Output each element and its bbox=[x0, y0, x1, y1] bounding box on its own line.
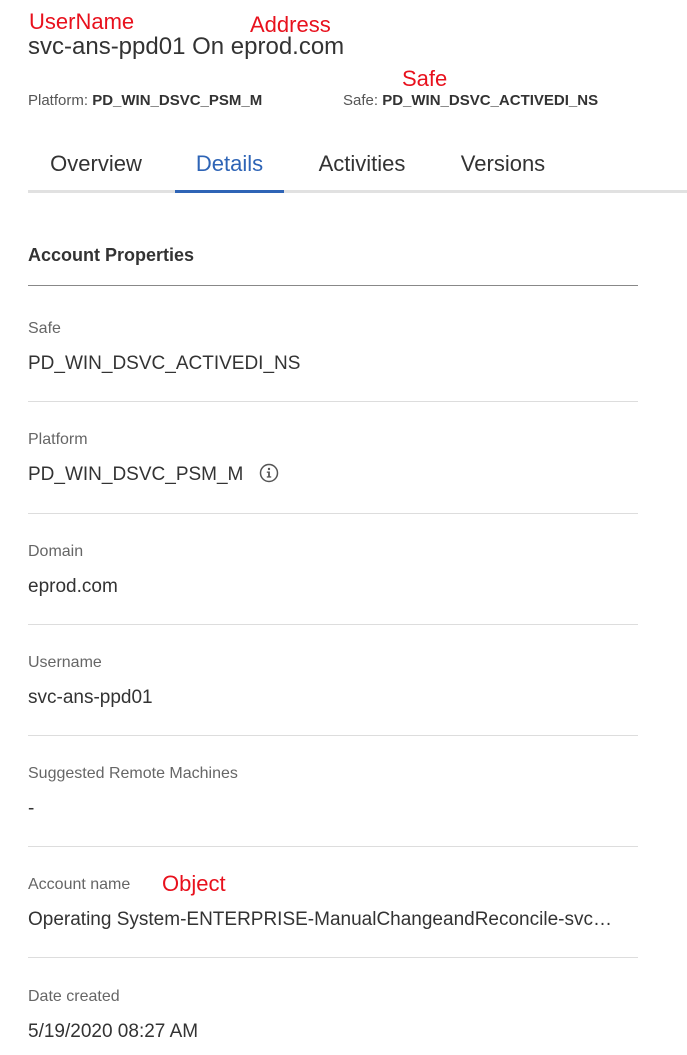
property-divider bbox=[28, 735, 638, 736]
property-value: eprod.com bbox=[28, 576, 118, 597]
tab-bar: Overview Details Activities Versions bbox=[28, 140, 687, 193]
tab-details[interactable]: Details bbox=[175, 140, 284, 193]
tab-overview[interactable]: Overview bbox=[28, 140, 164, 190]
tab-activities[interactable]: Activities bbox=[302, 140, 422, 190]
property-value: svc-ans-ppd01 bbox=[28, 687, 153, 708]
property-value: - bbox=[28, 798, 35, 819]
property-label: Platform bbox=[28, 431, 88, 448]
property-label: Domain bbox=[28, 543, 84, 560]
property-platform: Platform PD_WIN_DSVC_PSM_M bbox=[28, 429, 638, 487]
property-label: Account name bbox=[28, 876, 131, 893]
property-value: Operating System-ENTERPRISE-ManualChange… bbox=[28, 909, 612, 930]
property-label: Suggested Remote Machines bbox=[28, 765, 238, 782]
property-domain: Domain eprod.com bbox=[28, 541, 638, 599]
property-account-name: Account name Operating System-ENTERPRISE… bbox=[28, 874, 638, 932]
property-label: Date created bbox=[28, 988, 120, 1005]
account-title: svc-ans-ppd01 On eprod.com bbox=[28, 33, 345, 60]
meta-safe: Safe: PD_WIN_DSVC_ACTIVEDI_NS bbox=[343, 92, 598, 109]
property-divider bbox=[28, 401, 638, 402]
account-address: eprod.com bbox=[230, 33, 345, 60]
property-value: PD_WIN_DSVC_ACTIVEDI_NS bbox=[28, 353, 301, 374]
annotation-username: UserName bbox=[29, 9, 135, 34]
account-on-word: On bbox=[192, 33, 225, 60]
meta-safe-value: PD_WIN_DSVC_ACTIVEDI_NS bbox=[382, 92, 599, 109]
property-divider bbox=[28, 957, 638, 958]
meta-safe-label: Safe: bbox=[343, 92, 379, 109]
property-value: PD_WIN_DSVC_PSM_M bbox=[28, 464, 244, 485]
property-date-created: Date created 5/19/2020 08:27 AM bbox=[28, 986, 638, 1044]
property-value-row: PD_WIN_DSVC_PSM_M bbox=[28, 463, 638, 487]
meta-platform-label: Platform: bbox=[28, 92, 89, 109]
property-divider bbox=[28, 513, 638, 514]
account-username: svc-ans-ppd01 bbox=[28, 33, 186, 60]
property-suggested-remote-machines: Suggested Remote Machines - bbox=[28, 763, 638, 821]
tab-versions[interactable]: Versions bbox=[444, 140, 562, 190]
property-divider bbox=[28, 846, 638, 847]
property-value: 5/19/2020 08:27 AM bbox=[28, 1021, 199, 1042]
meta-platform: Platform: PD_WIN_DSVC_PSM_M bbox=[28, 92, 262, 109]
property-safe: Safe PD_WIN_DSVC_ACTIVEDI_NS bbox=[28, 318, 638, 376]
info-icon[interactable] bbox=[259, 463, 279, 483]
section-divider bbox=[28, 285, 638, 286]
property-label: Username bbox=[28, 654, 102, 671]
annotation-safe: Safe bbox=[402, 66, 448, 91]
property-username: Username svc-ans-ppd01 bbox=[28, 652, 638, 710]
section-title: Account Properties bbox=[28, 245, 195, 265]
property-label: Safe bbox=[28, 320, 61, 337]
account-meta-row: Platform: PD_WIN_DSVC_PSM_M Safe: PD_WIN… bbox=[28, 92, 667, 112]
property-divider bbox=[28, 624, 638, 625]
meta-platform-value: PD_WIN_DSVC_PSM_M bbox=[92, 92, 263, 109]
